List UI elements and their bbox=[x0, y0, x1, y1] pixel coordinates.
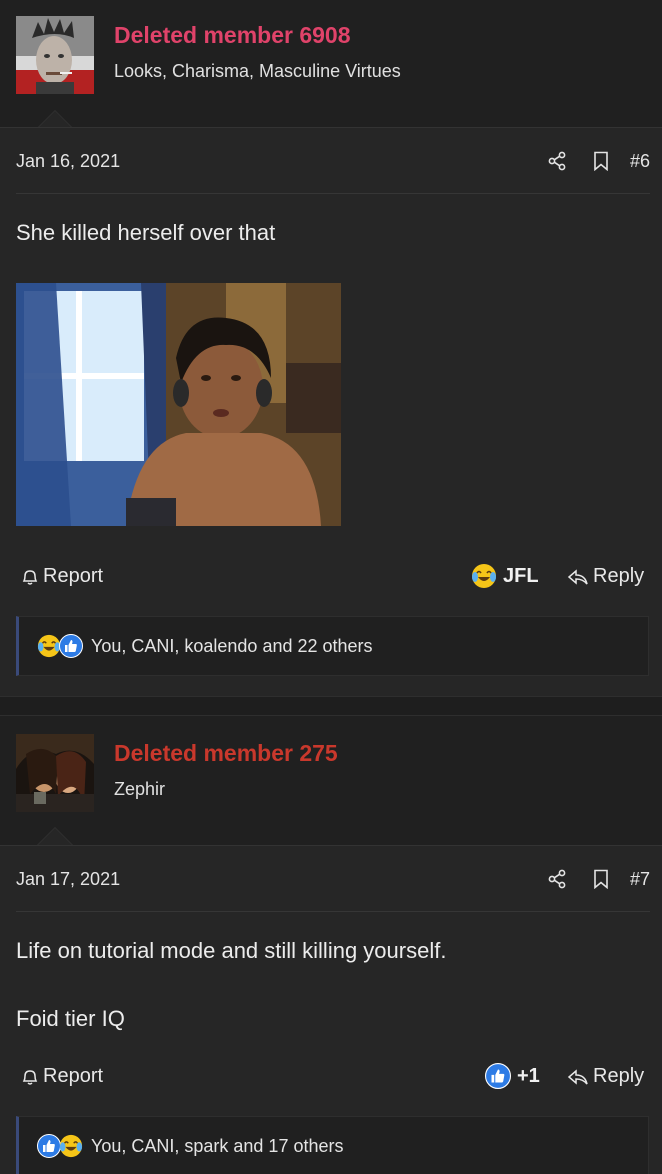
avatar-image bbox=[16, 16, 94, 94]
post-divider bbox=[16, 911, 650, 912]
post-7-message: Jan 17, 2021 #7 Life on tutorial mode an… bbox=[0, 845, 662, 1174]
crying-laughing-emoji bbox=[37, 634, 61, 658]
report-label: Report bbox=[43, 1065, 104, 1087]
post-number[interactable]: #6 bbox=[630, 151, 650, 172]
user-avatar[interactable] bbox=[16, 16, 94, 94]
crying-laughing-emoji bbox=[471, 563, 497, 589]
reply-label: Reply bbox=[593, 565, 645, 587]
report-button[interactable]: Report bbox=[20, 1065, 103, 1088]
user-title: Looks, Charisma, Masculine Virtues bbox=[114, 61, 401, 81]
post-text: She killed herself over that bbox=[16, 220, 276, 245]
share-icon[interactable] bbox=[540, 147, 574, 175]
post-text-line-1: Life on tutorial mode and still killing … bbox=[16, 938, 447, 963]
post-date[interactable]: Jan 16, 2021 bbox=[16, 151, 120, 172]
thumbs-up-icon bbox=[59, 634, 83, 658]
username[interactable]: Deleted member 6908 bbox=[114, 22, 351, 49]
bookmark-icon[interactable] bbox=[584, 865, 618, 893]
post-separator bbox=[0, 696, 662, 716]
reply-button[interactable]: Reply bbox=[566, 565, 644, 588]
bell-icon bbox=[22, 569, 38, 585]
reaction-icons bbox=[37, 1134, 83, 1158]
reactions-summary[interactable]: You, CANI, koalendo and 22 others bbox=[16, 616, 649, 676]
bookmark-icon[interactable] bbox=[584, 147, 618, 175]
post-text-line-2: Foid tier IQ bbox=[16, 1006, 125, 1031]
reply-button[interactable]: Reply bbox=[566, 1065, 644, 1088]
post-divider bbox=[16, 193, 650, 194]
thumbs-up-icon bbox=[485, 1063, 511, 1089]
reply-icon bbox=[567, 568, 588, 585]
user-avatar[interactable] bbox=[16, 734, 94, 812]
reaction-label: JFL bbox=[503, 564, 539, 587]
user-arrow-fill bbox=[38, 111, 72, 128]
user-arrow-fill bbox=[38, 828, 72, 845]
reaction-button[interactable]: JFL bbox=[471, 563, 539, 589]
username[interactable]: Deleted member 275 bbox=[114, 740, 338, 767]
thumbs-up-icon bbox=[37, 1134, 61, 1158]
report-label: Report bbox=[43, 565, 104, 587]
post-top-actions: #6 bbox=[530, 147, 650, 175]
reaction-button[interactable]: +1 bbox=[485, 1063, 540, 1089]
avatar-image bbox=[16, 734, 94, 812]
reply-icon bbox=[567, 1068, 588, 1085]
post-7-user-block: Deleted member 275 Zephir bbox=[0, 716, 662, 845]
reaction-label: +1 bbox=[517, 1064, 540, 1087]
reaction-icons bbox=[37, 634, 83, 658]
reply-label: Reply bbox=[593, 1065, 645, 1087]
user-title: Zephir bbox=[114, 779, 166, 799]
thread-page: Deleted member 6908 Looks, Charisma, Mas… bbox=[0, 0, 662, 1174]
share-icon[interactable] bbox=[540, 865, 574, 893]
post-image[interactable] bbox=[16, 283, 341, 526]
reactions-summary[interactable]: You, CANI, spark and 17 others bbox=[16, 1116, 649, 1174]
reactions-users: You, CANI, spark and 17 others bbox=[91, 1136, 344, 1156]
post-date[interactable]: Jan 17, 2021 bbox=[16, 869, 120, 890]
bell-icon bbox=[22, 1069, 38, 1085]
post-6-user-block: Deleted member 6908 Looks, Charisma, Mas… bbox=[0, 0, 662, 128]
post-top-actions: #7 bbox=[530, 865, 650, 893]
reactions-users: You, CANI, koalendo and 22 others bbox=[91, 636, 373, 656]
crying-laughing-emoji bbox=[59, 1134, 83, 1158]
post-number[interactable]: #7 bbox=[630, 869, 650, 890]
report-button[interactable]: Report bbox=[20, 565, 103, 588]
post-6-message: Jan 16, 2021 #6 She killed herself over … bbox=[0, 127, 662, 697]
